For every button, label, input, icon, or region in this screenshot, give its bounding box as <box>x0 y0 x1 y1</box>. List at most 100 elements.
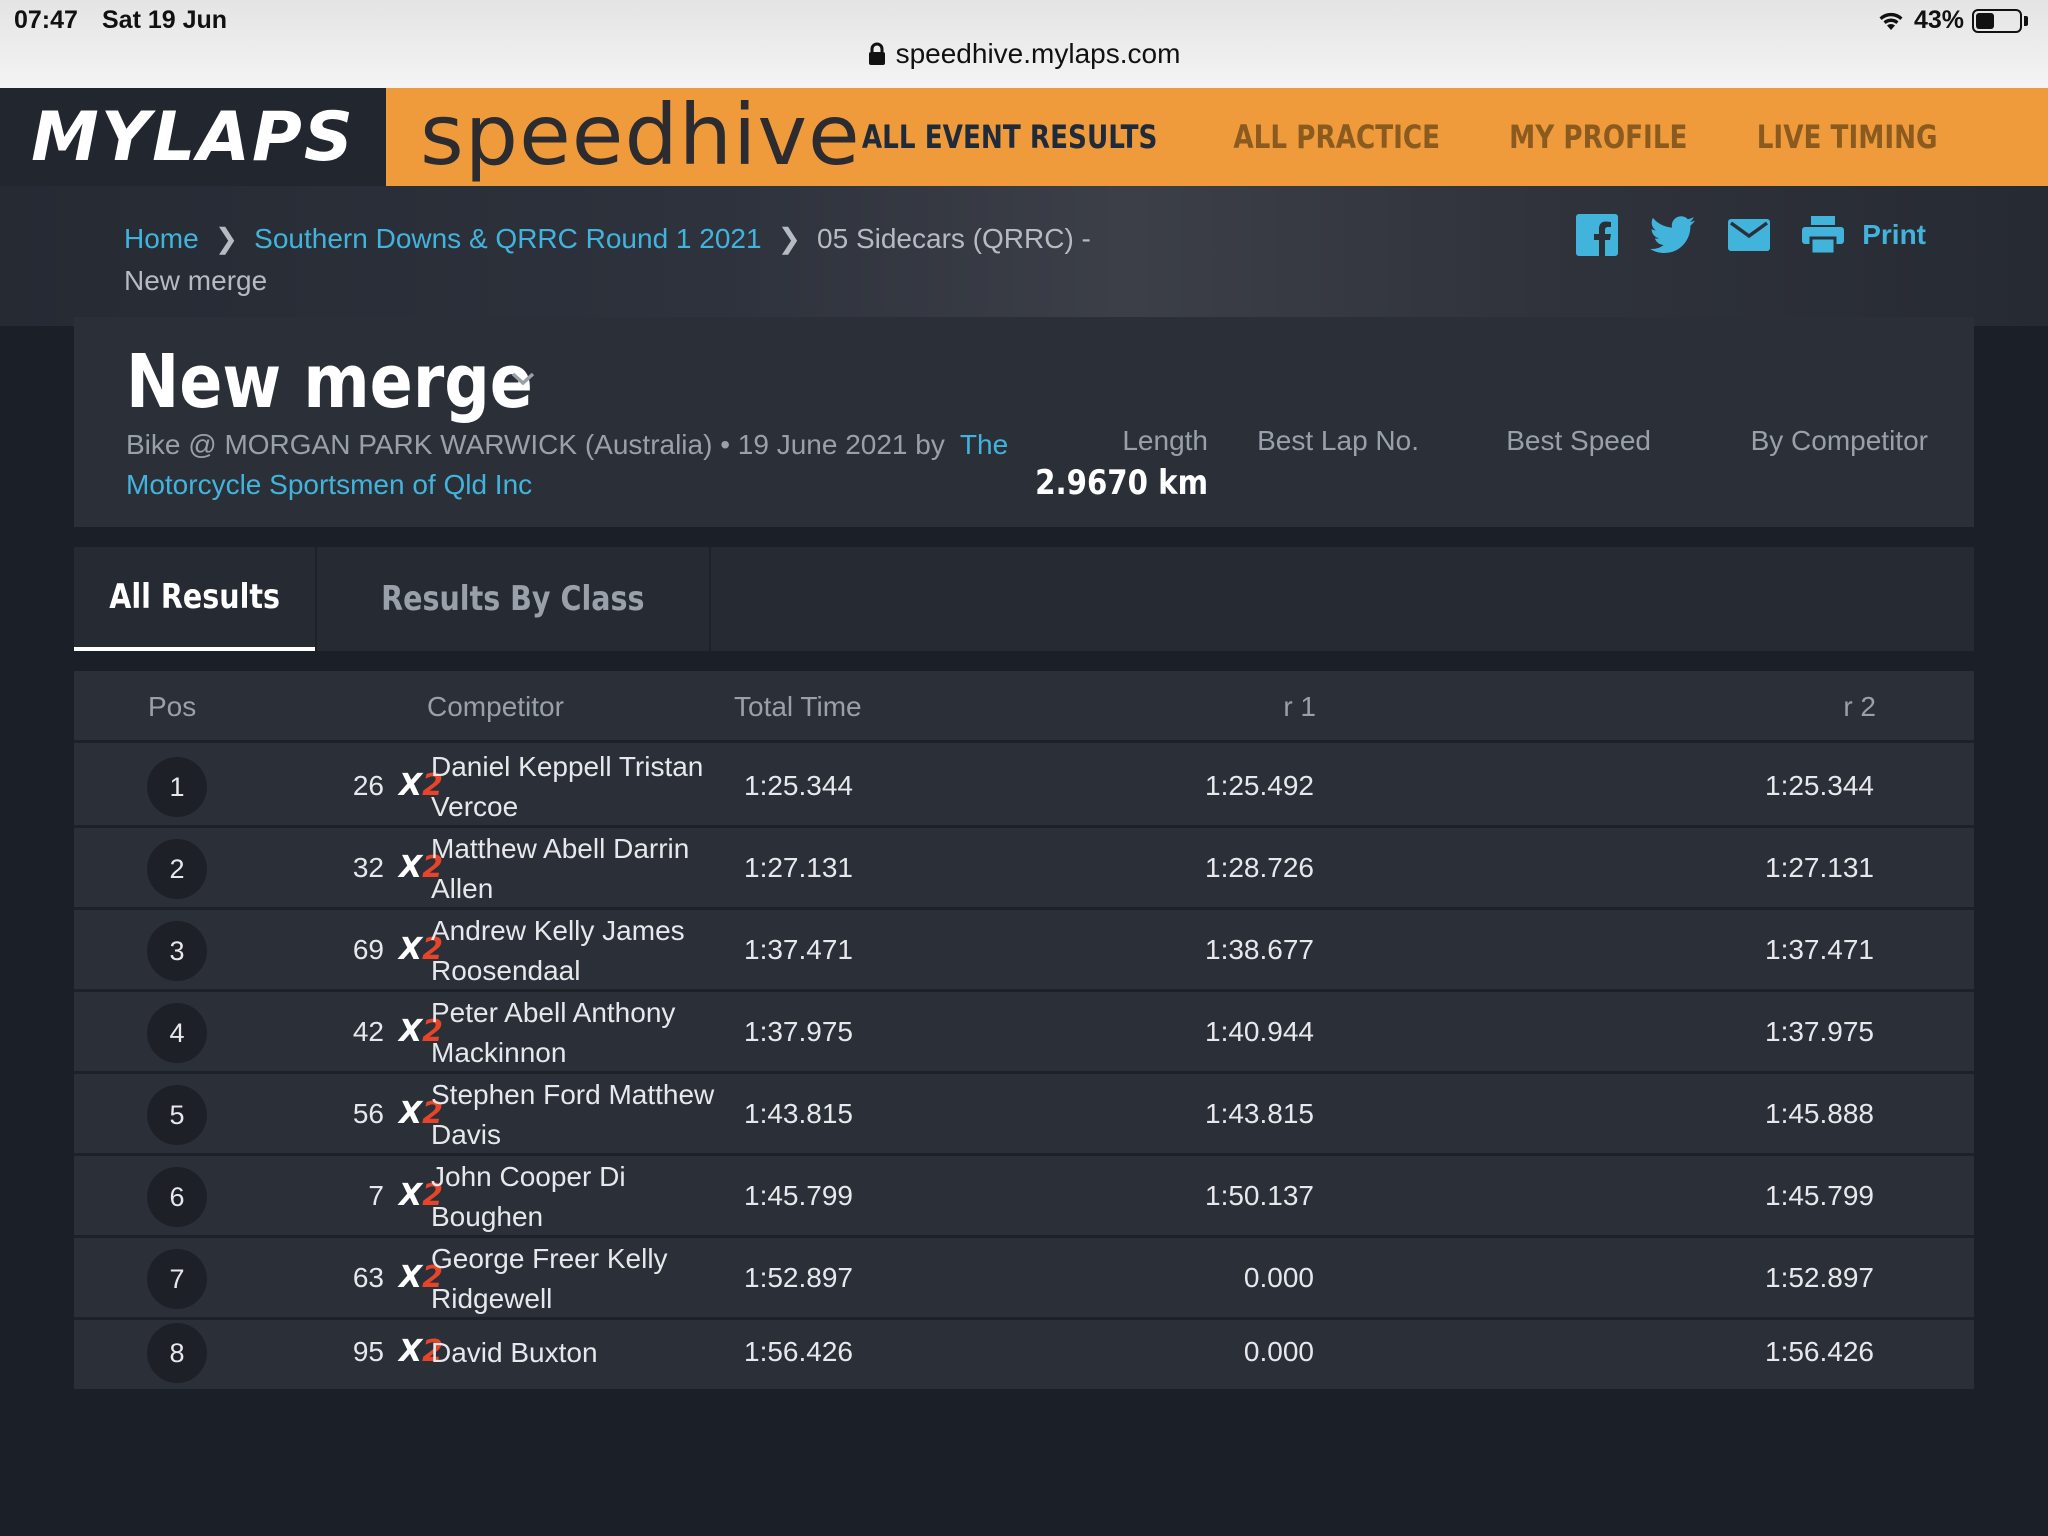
battery-icon <box>1972 8 2022 33</box>
class-badge-letter: X <box>399 1334 423 1369</box>
site-header: MYLAPS speedhive ALL EVENT RESULTS ALL P… <box>0 86 2048 186</box>
race-number: 95 <box>352 1336 384 1367</box>
table-row[interactable]: 2 32 X2 Matthew Abell Darrin Allen 1:27.131 1… <box>74 828 1974 910</box>
nav-my-profile[interactable]: MY PROFILE <box>1509 118 1687 156</box>
logo-text: MYLAPS <box>31 97 355 177</box>
event-meta-text: Bike @ MORGAN PARK WARWICK (Australia) •… <box>126 429 945 460</box>
battery-percent: 43% <box>1913 6 1964 34</box>
lock-icon <box>868 42 885 65</box>
mylaps-logo[interactable]: MYLAPS <box>0 88 386 186</box>
r2-time: 1:27.131 <box>1765 852 1874 883</box>
competitor-name[interactable]: George Freer Kelly Ridgewell <box>431 1239 721 1319</box>
class-badge-letter: X <box>399 1096 423 1131</box>
status-time: 07:47 <box>14 6 78 34</box>
results-table: Pos Competitor Total Time r 1 r 2 1 26 X 2 D… <box>74 671 1974 1389</box>
table-row[interactable]: 8 95 X2 David Buxton 1:56.426 0.000 1:56.426 <box>74 1320 1974 1386</box>
table-row[interactable]: 3 69 X2 Andrew Kelly James Roosendaal 1:37.4… <box>74 910 1974 992</box>
tab-all-results[interactable]: All Results <box>74 547 315 651</box>
chevron-right-icon: ❯ <box>777 223 802 254</box>
stat-length-value: 2.9670 km <box>1035 463 1208 503</box>
stat-best-speed: Best Speed <box>1506 425 1651 457</box>
address-bar[interactable]: speedhive.mylaps.com <box>0 38 2048 70</box>
total-time: 1:52.897 <box>744 1262 853 1293</box>
battery-tip <box>2024 15 2028 26</box>
share-bar: Print <box>1576 214 1926 256</box>
breadcrumb-session: 05 Sidecars (QRRC) - <box>817 223 1091 254</box>
breadcrumb-event[interactable]: Southern Downs & QRRC Round 1 2021 <box>254 223 761 254</box>
competitor-name[interactable]: John Cooper Di Boughen <box>431 1157 721 1237</box>
r2-time: 1:45.799 <box>1765 1180 1874 1211</box>
competitor-name[interactable]: Peter Abell Anthony Mackinnon <box>431 993 721 1073</box>
r2-time: 1:52.897 <box>1765 1262 1874 1293</box>
race-number: 7 <box>368 1180 384 1211</box>
class-badge-letter: X <box>399 1260 423 1295</box>
r1-time: 1:28.726 <box>1205 852 1314 883</box>
stat-best-speed-label: Best Speed <box>1506 425 1651 456</box>
col-total-time[interactable]: Total Time <box>734 691 862 723</box>
total-time: 1:27.131 <box>744 852 853 883</box>
race-number: 69 <box>352 934 384 965</box>
r1-time: 1:25.492 <box>1205 770 1314 801</box>
status-right: 43% <box>1876 6 2028 35</box>
chevron-down-icon[interactable] <box>510 371 536 387</box>
tab-results-by-class[interactable]: Results By Class <box>317 547 709 651</box>
stat-length: Length 2.9670 km <box>1007 425 1208 503</box>
tab-all-results-label: All Results <box>109 577 280 617</box>
total-time: 1:25.344 <box>744 770 853 801</box>
r1-time: 1:43.815 <box>1205 1098 1314 1129</box>
battery-level <box>1976 12 1994 29</box>
event-meta: Bike @ MORGAN PARK WARWICK (Australia) •… <box>126 425 1046 505</box>
total-time: 1:45.799 <box>744 1180 853 1211</box>
col-competitor[interactable]: Competitor <box>427 691 564 723</box>
page-title: New merge <box>126 339 533 425</box>
position-badge: 3 <box>147 921 207 981</box>
tab-results-by-class-label: Results By Class <box>381 579 645 619</box>
table-row[interactable]: 5 56 X2 Stephen Ford Matthew Davis 1:43.815 1… <box>74 1074 1974 1156</box>
class-badge-letter: X <box>399 768 423 803</box>
race-number: 63 <box>352 1262 384 1293</box>
table-row[interactable]: 7 63 X2 George Freer Kelly Ridgewell 1:52.89… <box>74 1238 1974 1320</box>
competitor-name[interactable]: Daniel Keppell Tristan Vercoe <box>431 747 721 827</box>
facebook-icon[interactable] <box>1576 214 1619 256</box>
competitor-name[interactable]: Matthew Abell Darrin Allen <box>431 829 721 909</box>
position-badge: 5 <box>147 1085 207 1145</box>
twitter-icon[interactable] <box>1650 216 1696 254</box>
col-pos[interactable]: Pos <box>148 691 196 723</box>
col-r2[interactable]: r 2 <box>1843 691 1876 723</box>
breadcrumb: Home ❯ Southern Downs & QRRC Round 1 2021 ❯… <box>124 218 1104 302</box>
print-link[interactable]: Print <box>1862 219 1926 251</box>
race-number: 56 <box>352 1098 384 1129</box>
breadcrumb-current: New merge <box>124 265 268 296</box>
status-date: Sat 19 Jun <box>102 6 228 34</box>
nav-live-timing[interactable]: LIVE TIMING <box>1757 118 1938 156</box>
competitor-name[interactable]: Stephen Ford Matthew Davis <box>431 1075 721 1155</box>
event-card: New merge Bike @ MORGAN PARK WARWICK (Au… <box>74 317 1974 527</box>
table-row[interactable]: 6 7 X2 John Cooper Di Boughen 1:45.799 1:50.1… <box>74 1156 1974 1238</box>
race-number: 26 <box>352 770 384 801</box>
breadcrumb-home[interactable]: Home <box>124 223 199 254</box>
competitor-name[interactable]: David Buxton <box>431 1333 721 1373</box>
r2-time: 1:37.471 <box>1765 934 1874 965</box>
print-icon[interactable] <box>1802 216 1845 254</box>
nav-all-practice[interactable]: ALL PRACTICE <box>1233 118 1440 156</box>
r1-time: 0.000 <box>1243 1262 1314 1293</box>
total-time: 1:43.815 <box>744 1098 853 1129</box>
nav-all-event-results[interactable]: ALL EVENT RESULTS <box>862 118 1158 156</box>
stat-best-lap-no: Best Lap No. <box>1257 425 1419 457</box>
stat-by-competitor-label: By Competitor <box>1750 425 1928 456</box>
table-row[interactable]: 4 42 X2 Peter Abell Anthony Mackinnon 1:37.9… <box>74 992 1974 1074</box>
table-row[interactable]: 1 26 X2 Daniel Keppell Tristan Vercoe 1:25.3… <box>74 746 1974 828</box>
r2-time: 1:37.975 <box>1765 1016 1874 1047</box>
speedhive-brand[interactable]: speedhive <box>420 86 861 184</box>
total-time: 1:37.975 <box>744 1016 853 1047</box>
total-time: 1:37.471 <box>744 934 853 965</box>
r1-time: 1:50.137 <box>1205 1180 1314 1211</box>
url-text: speedhive.mylaps.com <box>895 38 1181 69</box>
wifi-icon <box>1879 12 1903 30</box>
class-badge-letter: X <box>399 850 423 885</box>
r2-time: 1:25.344 <box>1765 770 1874 801</box>
mail-icon[interactable] <box>1728 219 1771 251</box>
competitor-name[interactable]: Andrew Kelly James Roosendaal <box>431 911 721 991</box>
r1-time: 0.000 <box>1243 1336 1314 1367</box>
col-r1[interactable]: r 1 <box>1283 691 1316 723</box>
